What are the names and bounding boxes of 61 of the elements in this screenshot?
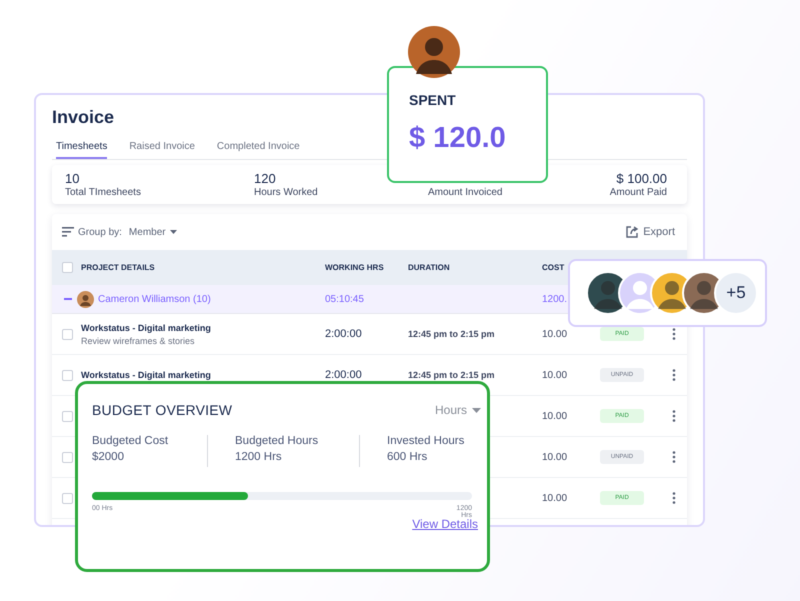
table-cell: 10.00 <box>542 492 568 504</box>
stat-value: 10 <box>65 171 80 187</box>
checkbox[interactable] <box>62 452 73 462</box>
stat-value: $ 100.00 <box>616 171 667 187</box>
budget-label: Budgeted Cost <box>92 435 170 447</box>
budget-label: Invested Hours <box>387 435 464 447</box>
stat-label: Hours Worked <box>254 187 319 198</box>
project-name: Workstatus - Digital marketing <box>81 322 211 332</box>
budget-title: BUDGET OVERVIEW <box>92 402 232 418</box>
spent-label: SPENT <box>409 92 457 108</box>
tab[interactable]: Completed Invoice <box>216 141 300 159</box>
table-cell: 05:10:45 <box>325 294 364 304</box>
checkbox[interactable] <box>62 410 73 422</box>
more-icon[interactable] <box>672 410 676 422</box>
table-cell: 2:00:00 <box>325 328 362 340</box>
export-button[interactable]: Export <box>626 226 675 238</box>
group-by-dropdown[interactable]: Group by: Member <box>62 226 177 238</box>
table-cell: 10.00 <box>542 410 568 422</box>
table-cell: 2:00:00 <box>325 369 362 381</box>
stat-label: Amount Paid <box>610 187 667 198</box>
sort-icon <box>62 227 74 237</box>
column-header: WORKING HRS <box>325 263 384 272</box>
unit-dropdown[interactable]: Hours <box>434 403 481 417</box>
stat-label: Amount Invoiced <box>428 187 504 198</box>
budget-value: 600 Hrs <box>387 451 428 463</box>
column-header: COST <box>542 263 564 272</box>
stat-label: Total TImesheets <box>65 187 142 198</box>
tab[interactable]: Raised Invoice <box>129 141 195 159</box>
more-icon[interactable] <box>672 492 676 504</box>
budget-value: 1200 Hrs <box>235 451 283 463</box>
member-name[interactable]: Cameron Williamson (10) <box>98 294 211 304</box>
table-cell: 10.00 <box>542 370 568 380</box>
view-details-link[interactable]: View Details <box>412 517 478 531</box>
tab[interactable]: Timesheets <box>56 141 108 159</box>
more-icon[interactable] <box>672 328 676 340</box>
table-cell: 10.00 <box>542 452 568 462</box>
project-name: Workstatus - Digital marketing <box>81 370 211 380</box>
task-name: Review wireframes & stories <box>81 336 195 346</box>
more-count: +5 <box>714 271 758 315</box>
checkbox[interactable] <box>62 492 73 504</box>
column-header: PROJECT DETAILS <box>81 263 155 272</box>
avatar <box>408 26 460 78</box>
more-icon[interactable] <box>672 451 676 463</box>
budget-label: Budgeted Hours <box>235 435 320 447</box>
avatar <box>77 290 94 308</box>
invoice-title: Invoice <box>52 107 116 128</box>
checkbox[interactable] <box>62 370 73 380</box>
spent-amount: $ 120.0 <box>409 122 507 155</box>
checkbox[interactable] <box>62 262 73 273</box>
column-header: DURATION <box>408 263 450 272</box>
table-cell: 12:45 pm to 2:15 pm <box>408 370 495 380</box>
table-cell: 12:45 pm to 2:15 pm <box>408 329 495 339</box>
caret-icon <box>472 408 481 412</box>
budget-value: $2000 <box>92 451 125 463</box>
caret-icon <box>170 230 177 234</box>
checkbox[interactable] <box>62 328 73 340</box>
more-icon[interactable] <box>672 369 676 381</box>
table-cell: 1200. <box>542 294 568 304</box>
stat-value: 120 <box>254 171 277 187</box>
table-cell: 10.00 <box>542 328 568 340</box>
export-icon <box>626 226 640 238</box>
